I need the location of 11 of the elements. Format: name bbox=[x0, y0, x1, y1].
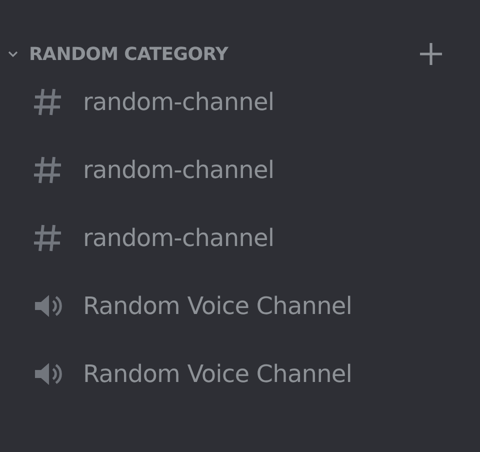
chevron-icon[interactable] bbox=[8, 50, 18, 58]
channel-item[interactable]: random-channel bbox=[0, 68, 480, 136]
hash-icon bbox=[33, 155, 63, 185]
add-icon[interactable] bbox=[419, 42, 443, 66]
channel-item[interactable]: random-channel bbox=[0, 136, 480, 204]
channel-item[interactable]: random-channel bbox=[0, 204, 480, 272]
hash-icon bbox=[33, 87, 63, 117]
category-name[interactable]: RANDOM CATEGORY bbox=[29, 44, 419, 64]
hash-icon bbox=[33, 223, 63, 253]
channel-item[interactable]: Random Voice Channel bbox=[0, 340, 480, 408]
channel-item[interactable]: Random Voice Channel bbox=[0, 272, 480, 340]
